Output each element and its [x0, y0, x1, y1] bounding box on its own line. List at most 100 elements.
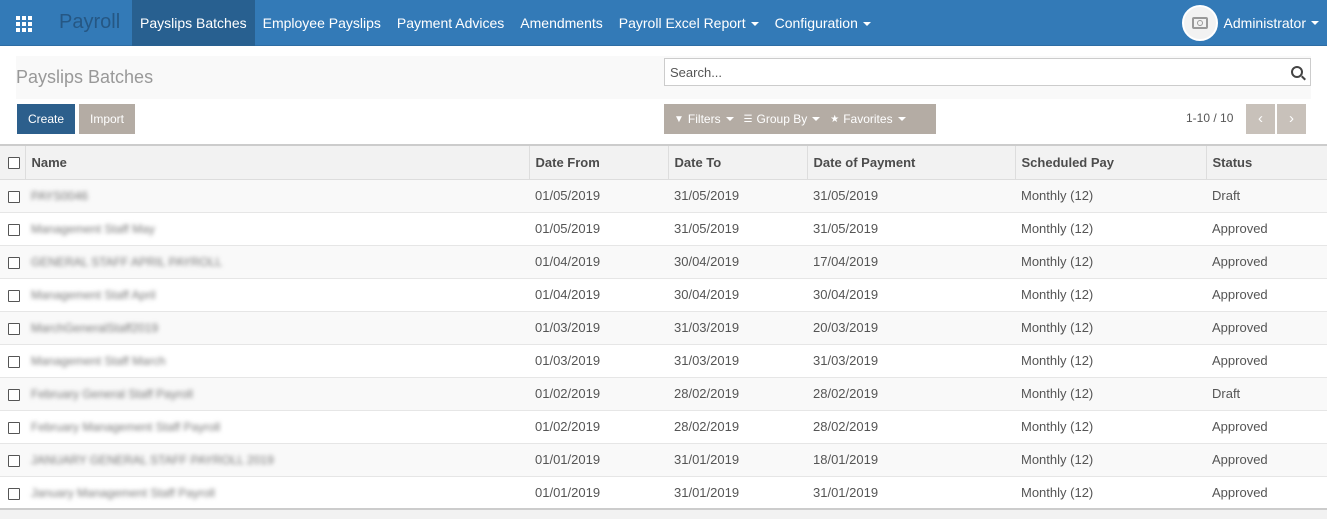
date-of-payment-cell: 28/02/2019	[813, 386, 879, 401]
search-options: ▼ Filters ☰ Group By ★ Favorites	[664, 104, 936, 134]
row-checkbox[interactable]	[8, 289, 20, 302]
row-checkbox[interactable]	[8, 355, 20, 368]
date-to-cell: 31/01/2019	[674, 485, 740, 500]
row-checkbox[interactable]	[8, 190, 20, 203]
chevron-right-icon: ›	[1289, 110, 1294, 127]
pager-previous-button[interactable]: ‹	[1246, 104, 1275, 134]
date-to-cell: 28/02/2019	[674, 386, 740, 401]
menu-item-label: Payment Advices	[396, 15, 505, 31]
user-menu[interactable]: Administrator	[1181, 5, 1319, 41]
status-cell: Approved	[1212, 485, 1268, 500]
status-cell: Draft	[1212, 386, 1241, 401]
search-icon[interactable]	[1291, 66, 1303, 78]
group-by-label: Group By	[756, 112, 808, 126]
column-header-status[interactable]: Status	[1206, 145, 1327, 179]
pager-value[interactable]: 1-10 / 10	[1186, 111, 1233, 125]
column-header-scheduled-pay[interactable]: Scheduled Pay	[1015, 145, 1207, 179]
scheduled-pay-cell: Monthly (12)	[1021, 287, 1094, 302]
apps-grid-icon[interactable]	[16, 16, 32, 32]
table-row[interactable]: JANUARY GENERAL STAFF PAYROLL 2019 01/01/…	[0, 443, 1327, 476]
chevron-down-icon	[862, 22, 871, 27]
date-of-payment-cell: 30/04/2019	[813, 287, 879, 302]
row-checkbox[interactable]	[8, 223, 20, 236]
date-from-cell: 01/01/2019	[535, 485, 601, 500]
favorites-button[interactable]: ★ Favorites	[820, 112, 906, 126]
group-by-button[interactable]: ☰ Group By	[734, 112, 821, 126]
row-select-cell	[0, 179, 25, 212]
date-of-payment-cell: 31/05/2019	[813, 221, 879, 236]
name-cell: February General Staff Payroll	[31, 386, 193, 401]
select-all-checkbox[interactable]	[8, 157, 20, 170]
row-checkbox[interactable]	[8, 454, 20, 467]
menu-item-label: Payroll Excel Report	[618, 15, 746, 31]
row-checkbox[interactable]	[8, 487, 20, 500]
date-of-payment-cell: 31/05/2019	[813, 188, 879, 203]
menu-item-label: Payslips Batches	[140, 15, 247, 31]
date-to-cell: 30/04/2019	[674, 254, 740, 269]
import-button[interactable]: Import	[79, 104, 135, 134]
column-header-date-to[interactable]: Date To	[668, 145, 808, 179]
status-cell: Approved	[1212, 353, 1268, 368]
table-row[interactable]: Management Staff April 01/04/2019 30/04/20…	[0, 278, 1327, 311]
date-from-cell: 01/05/2019	[535, 221, 601, 236]
star-icon: ★	[830, 113, 840, 125]
scheduled-pay-cell: Monthly (12)	[1021, 485, 1094, 500]
row-select-cell	[0, 212, 25, 245]
row-select-cell	[0, 476, 25, 509]
column-header-date-of-payment[interactable]: Date of Payment	[807, 145, 1016, 179]
scheduled-pay-cell: Monthly (12)	[1021, 353, 1094, 368]
column-header-name[interactable]: Name	[25, 145, 530, 179]
table-row[interactable]: January Management Staff Payroll 01/01/20…	[0, 476, 1327, 509]
column-header-date-from[interactable]: Date From	[529, 145, 669, 179]
row-checkbox[interactable]	[8, 322, 20, 335]
table-footer	[0, 508, 1327, 519]
menu-item-amendments[interactable]: Amendments	[512, 0, 610, 46]
status-cell: Approved	[1212, 221, 1268, 236]
date-of-payment-cell: 28/02/2019	[813, 419, 879, 434]
date-of-payment-cell: 20/03/2019	[813, 320, 879, 335]
row-checkbox[interactable]	[8, 256, 20, 269]
chevron-down-icon	[750, 22, 759, 27]
app-name: Payroll	[59, 11, 121, 33]
pager-next-button[interactable]: ›	[1277, 104, 1306, 134]
search-box	[664, 58, 1311, 86]
search-input[interactable]	[670, 63, 1270, 81]
status-cell: Approved	[1212, 419, 1268, 434]
row-checkbox[interactable]	[8, 421, 20, 434]
date-from-cell: 01/02/2019	[535, 419, 601, 434]
table-row[interactable]: February General Staff Payroll 01/02/2019…	[0, 377, 1327, 410]
user-name: Administrator	[1223, 15, 1306, 31]
page-title: Payslips Batches	[16, 67, 154, 87]
menu-item-label: Amendments	[520, 15, 603, 31]
row-select-cell	[0, 278, 25, 311]
row-checkbox[interactable]	[8, 388, 20, 401]
menu-item-payroll-excel-report[interactable]: Payroll Excel Report	[611, 0, 767, 46]
table-row[interactable]: PAYS0046 01/05/2019 31/05/2019 31/05/2019 Mo…	[0, 179, 1327, 212]
date-from-cell: 01/05/2019	[535, 188, 601, 203]
date-from-cell: 01/01/2019	[535, 452, 601, 467]
scheduled-pay-cell: Monthly (12)	[1021, 419, 1094, 434]
camera-icon	[1191, 17, 1208, 29]
date-of-payment-cell: 18/01/2019	[813, 452, 879, 467]
chevron-left-icon: ‹	[1258, 110, 1263, 127]
table-header: Name Date From Date To Date of Payment S…	[0, 145, 1327, 179]
status-cell: Draft	[1212, 188, 1241, 203]
table-row[interactable]: Management Staff March 01/03/2019 31/03/20…	[0, 344, 1327, 377]
table-row[interactable]: February Management Staff Payroll 01/02/2…	[0, 410, 1327, 443]
create-button[interactable]: Create	[17, 104, 75, 134]
chevron-down-icon	[725, 117, 734, 121]
menu-item-payment-advices[interactable]: Payment Advices	[389, 0, 512, 46]
table-row[interactable]: Management Staff May 01/05/2019 31/05/2019…	[0, 212, 1327, 245]
payslip-batches-table: Name Date From Date To Date of Payment S…	[0, 144, 1327, 510]
menu-item-payslips-batches[interactable]: Payslips Batches	[132, 0, 255, 46]
filters-button[interactable]: ▼ Filters	[664, 112, 734, 126]
table-row[interactable]: GENERAL STAFF APRIL PAYROLL 01/04/2019 30/…	[0, 245, 1327, 278]
date-to-cell: 31/03/2019	[674, 320, 740, 335]
menu-item-employee-payslips[interactable]: Employee Payslips	[255, 0, 389, 46]
scheduled-pay-cell: Monthly (12)	[1021, 221, 1094, 236]
table-row[interactable]: MarchGeneralStaff2019 01/03/2019 31/03/201…	[0, 311, 1327, 344]
date-from-cell: 01/04/2019	[535, 287, 601, 302]
name-cell: February Management Staff Payroll	[31, 419, 221, 434]
menu-item-configuration[interactable]: Configuration	[767, 0, 879, 46]
chevron-down-icon	[897, 117, 906, 121]
